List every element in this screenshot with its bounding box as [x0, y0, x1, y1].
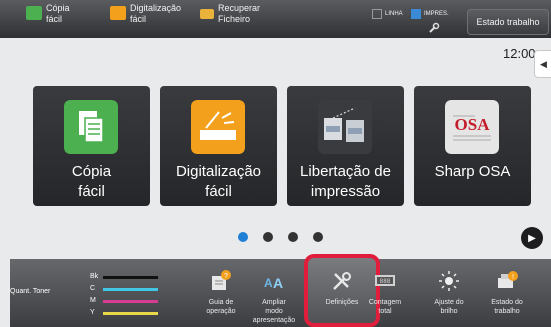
- tile-label: Cópia fácil: [71, 163, 112, 200]
- scan-icon: [110, 6, 126, 20]
- scan-icon: [191, 100, 245, 154]
- svg-text:A: A: [264, 276, 273, 290]
- print-indicator-light: [411, 9, 421, 19]
- tile-label: Sharp OSA: [434, 163, 511, 180]
- job-status-bottom-button[interactable]: ! Estado do trabalho: [476, 262, 538, 326]
- operation-guide-icon: ?: [212, 270, 231, 290]
- svg-text:A: A: [273, 275, 283, 291]
- screen: Cópia fácil Digitalização fácil Recupera…: [0, 0, 551, 327]
- maintenance-icon: [429, 22, 440, 33]
- shortcut-label: Cópia fácil: [46, 3, 70, 24]
- pager-dot[interactable]: [288, 232, 298, 242]
- total-count-icon: 888: [375, 275, 395, 286]
- job-status-icon: !: [498, 271, 518, 288]
- svg-text:!: !: [512, 274, 514, 281]
- folder-icon: [200, 9, 214, 19]
- brightness-label: Ajuste do brilho: [434, 299, 464, 315]
- display-zoom-label: Ampliar modo apresentação: [252, 299, 296, 324]
- print-release-icon: [318, 100, 372, 154]
- total-count-button[interactable]: 888 Contagem total: [354, 262, 416, 326]
- side-panel-toggle[interactable]: ◀: [534, 50, 551, 78]
- toner-name-y: Y: [90, 309, 95, 316]
- pager-dot[interactable]: [313, 232, 323, 242]
- total-count-label: Contagem total: [368, 299, 402, 315]
- clock: 12:00: [503, 46, 536, 61]
- print-indicator: IMPRES.: [411, 9, 449, 19]
- line-indicator: LINHA: [372, 9, 403, 19]
- tile-easy-copy[interactable]: Cópia fácil: [33, 86, 150, 206]
- svg-text:?: ?: [224, 273, 228, 280]
- brightness-icon: [439, 271, 459, 291]
- shortcut-label: Recuperar Ficheiro: [218, 3, 261, 24]
- chevron-right-icon: ▶: [528, 232, 536, 244]
- shortcut-copy[interactable]: Cópia fácil: [26, 3, 70, 35]
- chevron-left-icon: ◀: [540, 58, 547, 69]
- shortcut-label: Digitalização fácil: [130, 3, 182, 24]
- line-indicator-label: LINHA: [385, 11, 403, 17]
- toner-bar-c: [103, 288, 158, 291]
- svg-text:888: 888: [380, 278, 391, 285]
- tile-sharp-osa[interactable]: OSA Sharp OSA: [414, 86, 531, 206]
- job-status-button[interactable]: Estado trabalho: [467, 9, 549, 35]
- line-indicator-light: [372, 9, 382, 19]
- tile-label: Digitalização fácil: [175, 163, 262, 200]
- display-zoom-icon: A A: [264, 275, 283, 291]
- shortcut-retrieve-file[interactable]: Recuperar Ficheiro: [200, 3, 260, 35]
- shortcut-scan[interactable]: Digitalização fácil: [110, 3, 181, 35]
- copy-icon: [64, 100, 118, 154]
- next-page-button[interactable]: ▶: [521, 227, 543, 249]
- copy-icon: [26, 6, 42, 20]
- job-status-label: Estado do trabalho: [491, 299, 523, 315]
- toner-label: Quant. Toner: [10, 288, 51, 295]
- brightness-button[interactable]: Ajuste do brilho: [418, 262, 480, 326]
- toner-bar-bk: [103, 276, 158, 279]
- toner-name-m: M: [90, 297, 96, 304]
- toner-name-bk: Bk: [90, 273, 99, 280]
- svg-text:OSA: OSA: [455, 115, 491, 134]
- tile-easy-scan[interactable]: Digitalização fácil: [160, 86, 277, 206]
- toner-bar-m: [103, 300, 158, 303]
- toner-bar-y: [103, 312, 158, 315]
- sharp-osa-icon: OSA: [445, 100, 499, 154]
- tile-print-release[interactable]: Libertação de impressão: [287, 86, 404, 206]
- pager-dot-active[interactable]: [238, 232, 248, 242]
- display-zoom-button[interactable]: A A Ampliar modo apresentação: [243, 262, 305, 326]
- print-indicator-label: IMPRES.: [424, 11, 449, 17]
- pager-dot[interactable]: [263, 232, 273, 242]
- toner-name-c: C: [90, 285, 96, 292]
- tile-label: Libertação de impressão: [300, 163, 391, 200]
